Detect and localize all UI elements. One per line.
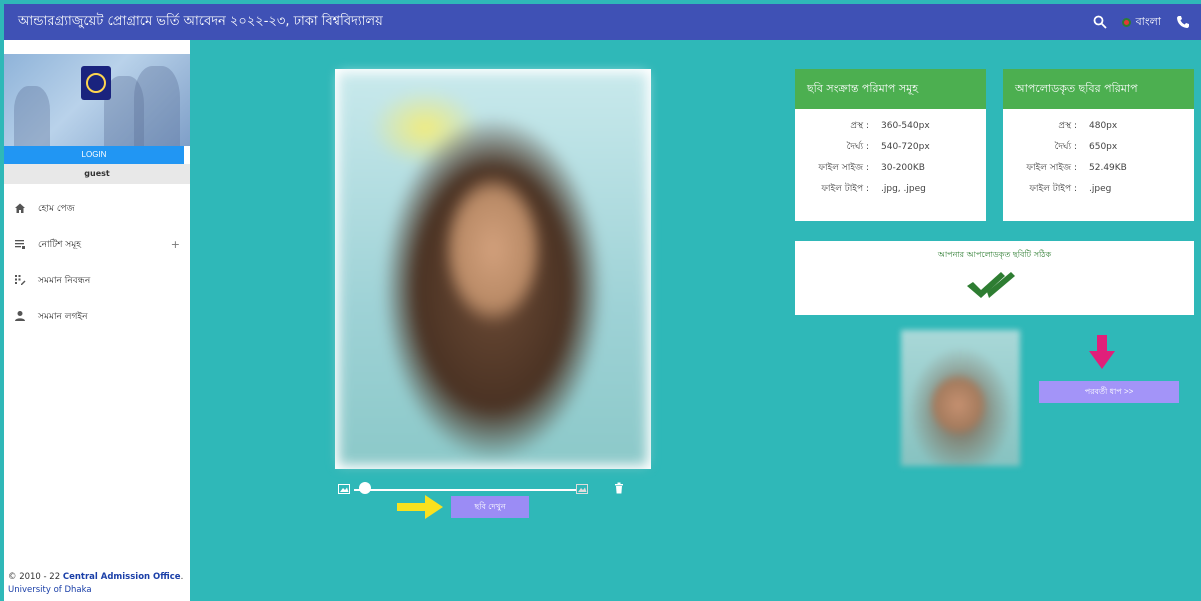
bangladesh-flag-icon bbox=[1121, 17, 1131, 27]
sidebar-item-notices[interactable]: নোটিশ সমূহ + bbox=[4, 226, 190, 262]
sidebar-nav: হোম পেজ নোটিশ সমূহ + সমমান নিবন্ধন সমমান… bbox=[4, 190, 190, 334]
dimension-row: ফাইল সাইজ : 52.49KB bbox=[1003, 157, 1194, 178]
validation-card: আপনার আপলোডকৃত ছবিটি সঠিক bbox=[795, 241, 1194, 315]
double-check-icon bbox=[966, 272, 1015, 298]
sidebar-footer: © 2010 - 22 Central Admission Office. Un… bbox=[8, 571, 183, 597]
dimension-key: প্রস্থ : bbox=[850, 121, 869, 131]
dimension-key: ফাইল টাইপ : bbox=[821, 184, 869, 194]
sidebar-item-home[interactable]: হোম পেজ bbox=[4, 190, 190, 226]
view-photo-button[interactable]: ছবি দেখুন bbox=[451, 496, 529, 518]
dimension-row: দৈর্ঘ্য : 540-720px bbox=[795, 136, 986, 157]
required-card-title: ছবি সংক্রান্ত পরিমাপ সমূহ bbox=[795, 69, 986, 109]
uploaded-card-body: প্রস্থ : 480px দৈর্ঘ্য : 650px ফাইল সাইজ :… bbox=[1003, 109, 1194, 199]
uploaded-photo[interactable] bbox=[339, 73, 647, 465]
dimension-value: 30-200KB bbox=[881, 162, 925, 173]
dimension-value: .jpeg bbox=[1089, 183, 1112, 194]
footer-dot: . bbox=[180, 572, 184, 582]
dimension-key: ফাইল সাইজ : bbox=[1026, 163, 1077, 173]
dimension-key: প্রস্থ : bbox=[1058, 121, 1077, 131]
dimension-key: দৈর্ঘ্য : bbox=[846, 142, 869, 152]
expand-plus-icon[interactable]: + bbox=[171, 238, 180, 251]
required-card-body: প্রস্থ : 360-540px দৈর্ঘ্য : 540-720px ফাই… bbox=[795, 109, 986, 199]
image-small-icon bbox=[338, 484, 350, 494]
zoom-slider-track[interactable] bbox=[354, 489, 576, 491]
image-large-icon bbox=[576, 484, 588, 494]
office-link[interactable]: Central Admission Office bbox=[63, 572, 181, 582]
language-switch[interactable]: বাংলা bbox=[1121, 13, 1161, 32]
top-app-bar: আন্ডারগ্র্যাজুয়েট প্রোগ্রামে ভর্তি আবেদ… bbox=[4, 4, 1201, 40]
dimension-row: ফাইল সাইজ : 30-200KB bbox=[795, 157, 986, 178]
user-label: guest bbox=[4, 164, 190, 184]
sidebar-item-label: সমমান লগইন bbox=[38, 311, 88, 322]
sidebar-item-label: সমমান নিবন্ধন bbox=[38, 275, 91, 286]
dimension-value: 540-720px bbox=[881, 141, 930, 152]
required-dimensions-card: ছবি সংক্রান্ত পরিমাপ সমূহ প্রস্থ : 360-54… bbox=[795, 69, 986, 221]
phone-icon[interactable] bbox=[1175, 14, 1191, 30]
trash-icon[interactable] bbox=[614, 482, 624, 494]
copyright-text: © 2010 - 22 bbox=[8, 572, 63, 582]
photo-thumbnail bbox=[901, 330, 1020, 466]
sidebar-item-equivalence-login[interactable]: সমমান লগইন bbox=[4, 298, 190, 334]
dimension-value: 650px bbox=[1089, 141, 1118, 152]
yellow-arrow-icon bbox=[397, 495, 443, 519]
dimension-row: প্রস্থ : 360-540px bbox=[795, 115, 986, 136]
list-icon bbox=[12, 236, 28, 252]
dimension-value: 52.49KB bbox=[1089, 162, 1127, 173]
dimension-row: ফাইল টাইপ : .jpeg bbox=[1003, 178, 1194, 199]
university-link[interactable]: University of Dhaka bbox=[8, 584, 183, 597]
sidebar: LOGIN guest হোম পেজ নোটিশ সমূহ + সমমান ন… bbox=[4, 40, 190, 601]
pink-arrow-icon bbox=[1089, 335, 1115, 369]
dimension-row: ফাইল টাইপ : .jpg, .jpeg bbox=[795, 178, 986, 199]
uploaded-card-title: আপলোডকৃত ছবির পরিমাপ bbox=[1003, 69, 1194, 109]
person-icon bbox=[12, 308, 28, 324]
sidebar-item-equivalence-registration[interactable]: সমমান নিবন্ধন bbox=[4, 262, 190, 298]
page-title: আন্ডারগ্র্যাজুয়েট প্রোগ্রামে ভর্তি আবেদ… bbox=[18, 13, 383, 29]
dimension-key: ফাইল সাইজ : bbox=[818, 163, 869, 173]
dimension-key: দৈর্ঘ্য : bbox=[1054, 142, 1077, 152]
login-button[interactable]: LOGIN bbox=[4, 146, 184, 164]
university-banner bbox=[4, 54, 190, 146]
dimension-value: .jpg, .jpeg bbox=[881, 183, 926, 194]
sidebar-item-label: হোম পেজ bbox=[38, 203, 75, 214]
dimension-row: দৈর্ঘ্য : 650px bbox=[1003, 136, 1194, 157]
dimension-value: 480px bbox=[1089, 120, 1118, 131]
language-label: বাংলা bbox=[1135, 14, 1161, 28]
search-icon[interactable] bbox=[1092, 14, 1108, 30]
dimension-row: প্রস্থ : 480px bbox=[1003, 115, 1194, 136]
dimension-value: 360-540px bbox=[881, 120, 930, 131]
validation-message: আপনার আপলোডকৃত ছবিটি সঠিক bbox=[937, 250, 1052, 259]
zoom-slider-thumb[interactable] bbox=[359, 482, 372, 494]
sidebar-item-label: নোটিশ সমূহ bbox=[38, 239, 81, 250]
university-logo-icon bbox=[81, 66, 111, 100]
photo-crop-area[interactable] bbox=[335, 69, 651, 469]
register-icon bbox=[12, 272, 28, 288]
next-step-button[interactable]: পরবর্তী ধাপ >> bbox=[1039, 381, 1179, 403]
home-icon bbox=[12, 200, 28, 216]
topbar-actions: বাংলা bbox=[1092, 13, 1191, 32]
uploaded-dimensions-card: আপলোডকৃত ছবির পরিমাপ প্রস্থ : 480px দৈর্ঘ… bbox=[1003, 69, 1194, 221]
dimension-key: ফাইল টাইপ : bbox=[1029, 184, 1077, 194]
